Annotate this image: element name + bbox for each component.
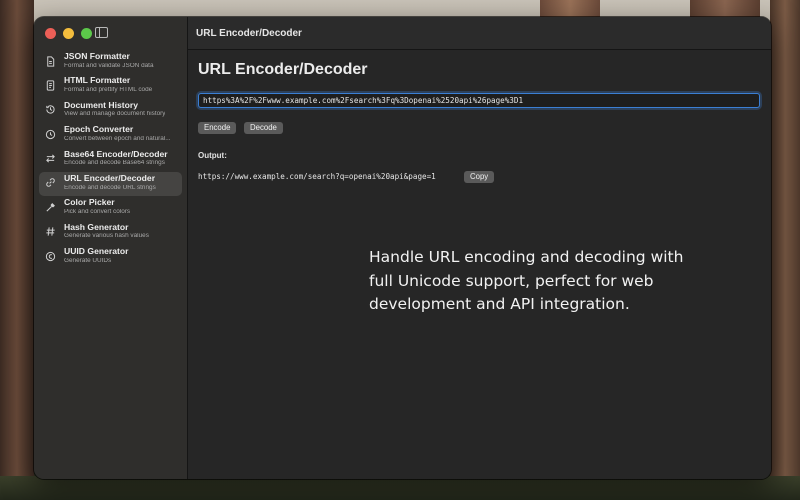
sidebar-item-subtitle: View and manage document history bbox=[64, 111, 166, 118]
sidebar-item-subtitle: Format and validate JSON data bbox=[64, 62, 154, 69]
background-tree-trunk bbox=[0, 0, 34, 500]
sidebar-item-uuid-generator[interactable]: UUID Generator Generate UUIDs bbox=[39, 245, 182, 269]
sidebar-item-color-picker[interactable]: Color Picker Pick and convert colors bbox=[39, 196, 182, 220]
window-controls bbox=[45, 28, 92, 39]
link-icon bbox=[44, 177, 56, 189]
output-value: https://www.example.com/search?q=openai%… bbox=[198, 172, 436, 181]
sidebar-item-subtitle: Format and prettify HTML code bbox=[64, 86, 153, 93]
background-tree-trunk bbox=[770, 0, 800, 500]
sidebar-nav: JSON Formatter Format and validate JSON … bbox=[39, 50, 182, 270]
arrows-icon bbox=[44, 153, 56, 165]
url-input[interactable] bbox=[198, 93, 760, 108]
sidebar-item-title: Epoch Converter bbox=[64, 124, 134, 135]
sidebar-item-base64[interactable]: Base64 Encoder/Decoder Encode and decode… bbox=[39, 148, 182, 172]
sidebar-item-title: UUID Generator bbox=[64, 246, 129, 257]
sidebar-item-subtitle: Generate various hash values bbox=[64, 233, 149, 240]
sidebar-toggle-icon[interactable] bbox=[95, 27, 108, 38]
sidebar-item-title: Color Picker bbox=[64, 197, 115, 208]
sidebar-item-title: Document History bbox=[64, 99, 139, 110]
decode-button[interactable]: Decode bbox=[244, 122, 283, 134]
encode-button[interactable]: Encode bbox=[198, 122, 237, 134]
app-window: JSON Formatter Format and validate JSON … bbox=[34, 17, 771, 479]
uuid-icon bbox=[44, 250, 56, 262]
sidebar-item-subtitle: Encode and decode URL strings bbox=[64, 184, 156, 191]
promo-text: Handle URL encoding and decoding with fu… bbox=[369, 248, 684, 313]
sidebar-item-title: JSON Formatter bbox=[64, 51, 130, 61]
output-label: Output: bbox=[198, 151, 227, 160]
sidebar-item-subtitle: Generate UUIDs bbox=[64, 257, 112, 264]
sidebar-item-subtitle: Encode and decode Base64 strings bbox=[64, 160, 165, 167]
sidebar: JSON Formatter Format and validate JSON … bbox=[34, 17, 188, 479]
copy-button[interactable]: Copy bbox=[464, 171, 495, 183]
background-ground bbox=[0, 476, 800, 500]
sidebar-item-html-formatter[interactable]: HTML Formatter Format and prettify HTML … bbox=[39, 74, 182, 98]
titlebar: URL Encoder/Decoder bbox=[188, 17, 771, 50]
eyedropper-icon bbox=[44, 201, 56, 213]
sidebar-item-title: HTML Formatter bbox=[64, 75, 131, 86]
minimize-button[interactable] bbox=[63, 28, 74, 39]
document-icon bbox=[44, 55, 56, 67]
sidebar-item-epoch-converter[interactable]: Epoch Converter Convert between epoch an… bbox=[39, 123, 182, 147]
sidebar-item-document-history[interactable]: Document History View and manage documen… bbox=[39, 99, 182, 123]
close-button[interactable] bbox=[45, 28, 56, 39]
zoom-button[interactable] bbox=[81, 28, 92, 39]
hash-icon bbox=[44, 226, 56, 238]
html-doc-icon bbox=[44, 79, 56, 91]
content-area: URL Encoder/Decoder Encode Decode Output… bbox=[188, 50, 771, 479]
clock-icon bbox=[44, 128, 56, 140]
sidebar-item-subtitle: Convert between epoch and natural... bbox=[64, 135, 171, 142]
sidebar-item-title: URL Encoder/Decoder bbox=[64, 172, 156, 183]
sidebar-item-title: Base64 Encoder/Decoder bbox=[64, 148, 168, 159]
clock-history-icon bbox=[44, 104, 56, 116]
sidebar-item-url-encoder[interactable]: URL Encoder/Decoder Encode and decode UR… bbox=[39, 171, 182, 197]
page-title: URL Encoder/Decoder bbox=[198, 61, 368, 78]
sidebar-item-hash-generator[interactable]: Hash Generator Generate various hash val… bbox=[39, 221, 182, 245]
sidebar-item-subtitle: Pick and convert colors bbox=[64, 208, 131, 215]
sidebar-item-title: Hash Generator bbox=[64, 221, 129, 232]
sidebar-item-json-formatter[interactable]: JSON Formatter Format and validate JSON … bbox=[39, 50, 182, 74]
main-panel: URL Encoder/Decoder URL Encoder/Decoder … bbox=[188, 17, 771, 479]
window-title: URL Encoder/Decoder bbox=[196, 27, 302, 39]
